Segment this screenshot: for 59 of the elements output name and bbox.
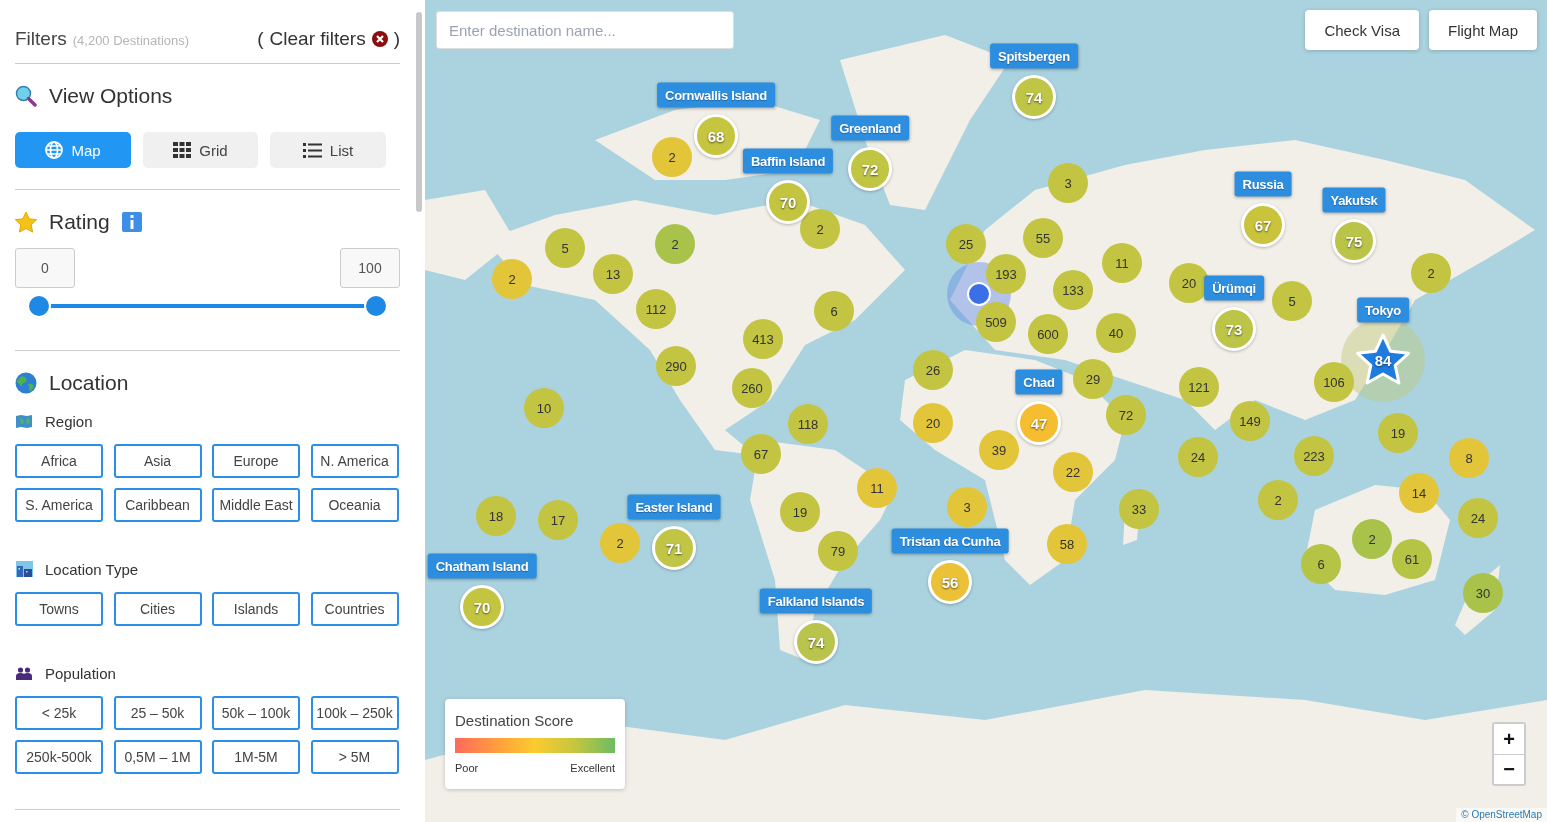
attribution-link[interactable]: © OpenStreetMap bbox=[1456, 808, 1547, 822]
filter-option[interactable]: Caribbean bbox=[113, 488, 202, 522]
filter-option[interactable]: N. America bbox=[310, 444, 399, 478]
map-button[interactable]: Check Visa bbox=[1305, 10, 1419, 50]
max-rating-field[interactable]: 100 bbox=[340, 248, 400, 288]
filter-option[interactable]: Africa bbox=[15, 444, 103, 478]
filter-option[interactable]: Towns bbox=[15, 592, 103, 626]
subsection-title: Region bbox=[45, 412, 93, 430]
clear-filters-link[interactable]: Clear filters bbox=[269, 28, 388, 50]
filter-option[interactable]: Cities bbox=[113, 592, 202, 626]
slider-thumb[interactable] bbox=[366, 296, 386, 316]
star-icon bbox=[15, 211, 37, 233]
filter-option[interactable]: 0,5M – 1M bbox=[113, 740, 202, 774]
globe-icon bbox=[15, 372, 37, 394]
filter-option[interactable]: Europe bbox=[212, 444, 300, 478]
subsection-title: Population bbox=[45, 664, 116, 682]
filter-option[interactable]: 50k – 100k bbox=[212, 696, 300, 730]
parenthesis: ) bbox=[393, 28, 400, 50]
zoom-out-button[interactable]: − bbox=[1494, 754, 1524, 784]
filter-option[interactable]: Middle East bbox=[212, 488, 300, 522]
legend-label: Poor bbox=[455, 762, 479, 774]
slider-thumb[interactable] bbox=[29, 296, 49, 316]
filter-option[interactable]: Countries bbox=[310, 592, 399, 626]
search-field[interactable]: Enter destination name... bbox=[436, 11, 734, 49]
people-icon bbox=[16, 666, 32, 680]
subsection-title: Location Type bbox=[45, 560, 139, 578]
filter-option[interactable]: 25 – 50k bbox=[113, 696, 202, 730]
filter-option[interactable]: < 25k bbox=[15, 696, 103, 730]
list-icon bbox=[302, 142, 322, 158]
section-title: View Options bbox=[49, 84, 173, 108]
filter-option[interactable]: > 5M bbox=[310, 740, 399, 774]
info-icon[interactable] bbox=[121, 212, 142, 232]
section-title: Rating bbox=[49, 210, 110, 234]
range-slider[interactable] bbox=[29, 296, 386, 316]
parenthesis: ( bbox=[257, 28, 264, 50]
filter-option[interactable]: 100k – 250k bbox=[310, 696, 399, 730]
section-title: Location bbox=[49, 371, 129, 395]
close-icon bbox=[371, 31, 388, 47]
globe-icon bbox=[45, 141, 64, 159]
filter-option[interactable]: 1M-5M bbox=[212, 740, 300, 774]
filter-option[interactable]: Asia bbox=[113, 444, 202, 478]
star-marker[interactable]: 84 bbox=[1355, 333, 1411, 387]
map-icon bbox=[16, 414, 32, 428]
grid-icon bbox=[173, 142, 192, 158]
filter-option[interactable]: Oceania bbox=[310, 488, 399, 522]
filter-option[interactable]: Islands bbox=[212, 592, 300, 626]
filter-option[interactable]: 250k-500k bbox=[15, 740, 103, 774]
legend-title: Destination Score bbox=[455, 712, 575, 729]
view-tab[interactable]: Grid bbox=[143, 132, 258, 168]
filters-title: Filters bbox=[15, 28, 67, 49]
view-tab[interactable]: List bbox=[270, 132, 386, 168]
legend-label: Excellent bbox=[570, 762, 615, 774]
destination-count: (4,200 Destinations) bbox=[72, 33, 190, 48]
scrollbar[interactable] bbox=[416, 12, 422, 212]
filter-option[interactable]: S. America bbox=[15, 488, 103, 522]
city-icon bbox=[15, 561, 33, 577]
min-rating-field[interactable]: 0 bbox=[15, 248, 75, 288]
search-icon bbox=[15, 85, 37, 107]
map-button[interactable]: Flight Map bbox=[1428, 10, 1537, 50]
